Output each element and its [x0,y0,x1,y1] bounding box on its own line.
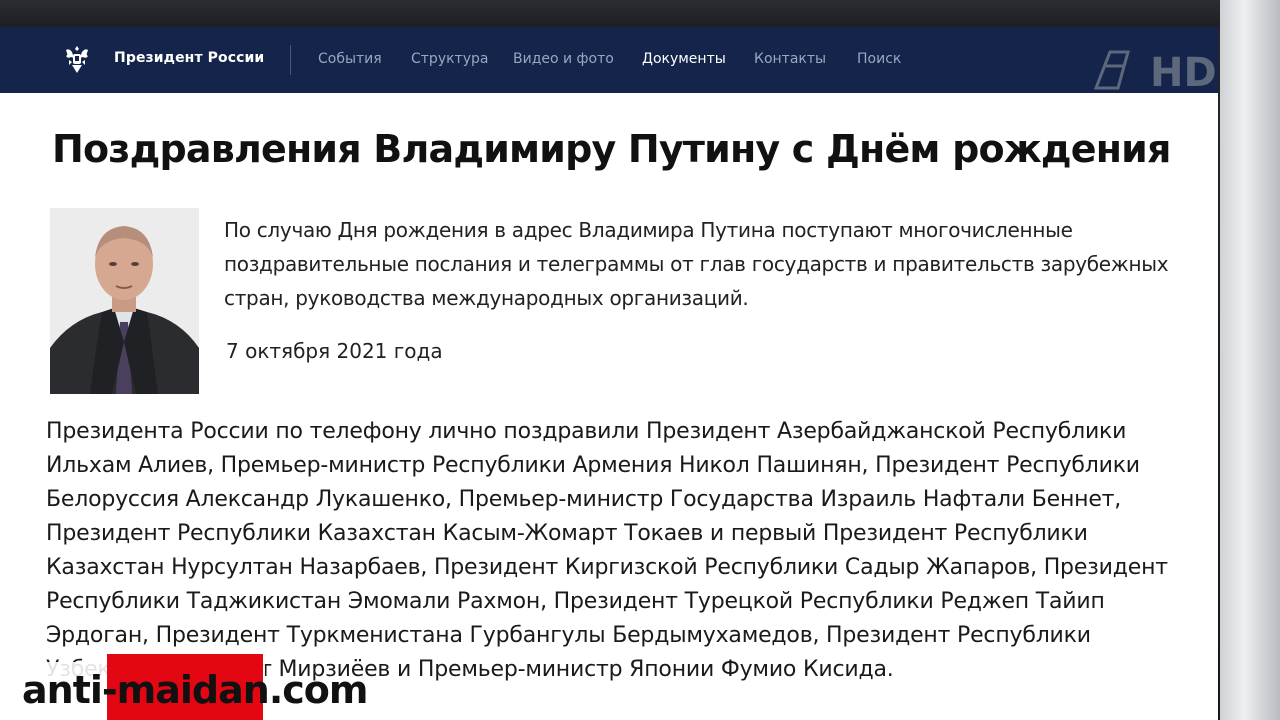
monitor-top-edge [0,0,1280,28]
nav-item-events[interactable]: События [318,51,382,67]
nav-item-structure[interactable]: Структура [411,51,488,67]
site-watermark: anti-maidan.com [0,654,420,720]
article-body: Президента России по телефону лично позд… [46,419,1168,682]
monitor-bezel [1220,0,1280,720]
nav-item-search[interactable]: Поиск [857,51,901,67]
site-navbar: Президент России События Структура Видео… [0,27,1218,93]
channel-one-logo-icon: HD [1093,50,1217,96]
portrait-photo [50,208,199,394]
nav-divider [290,45,291,75]
nav-item-documents[interactable]: Документы [642,51,726,67]
site-brand[interactable]: Президент России [114,50,264,66]
watermark-text: anti-maidan.com [22,668,368,712]
browser-screen: Президент России События Структура Видео… [0,27,1218,720]
nav-item-contacts[interactable]: Контакты [754,51,826,67]
channel-logo-text: HD [1150,50,1217,96]
video-frame: Президент России События Структура Видео… [0,0,1280,720]
page-title: Поздравления Владимиру Путину с Днём рож… [52,127,1171,171]
nav-item-media[interactable]: Видео и фото [513,51,614,67]
article-date: 7 октября 2021 года [226,339,443,363]
article-lead: По случаю Дня рождения в адрес Владимира… [224,218,1169,310]
coat-of-arms-icon[interactable] [60,42,94,76]
